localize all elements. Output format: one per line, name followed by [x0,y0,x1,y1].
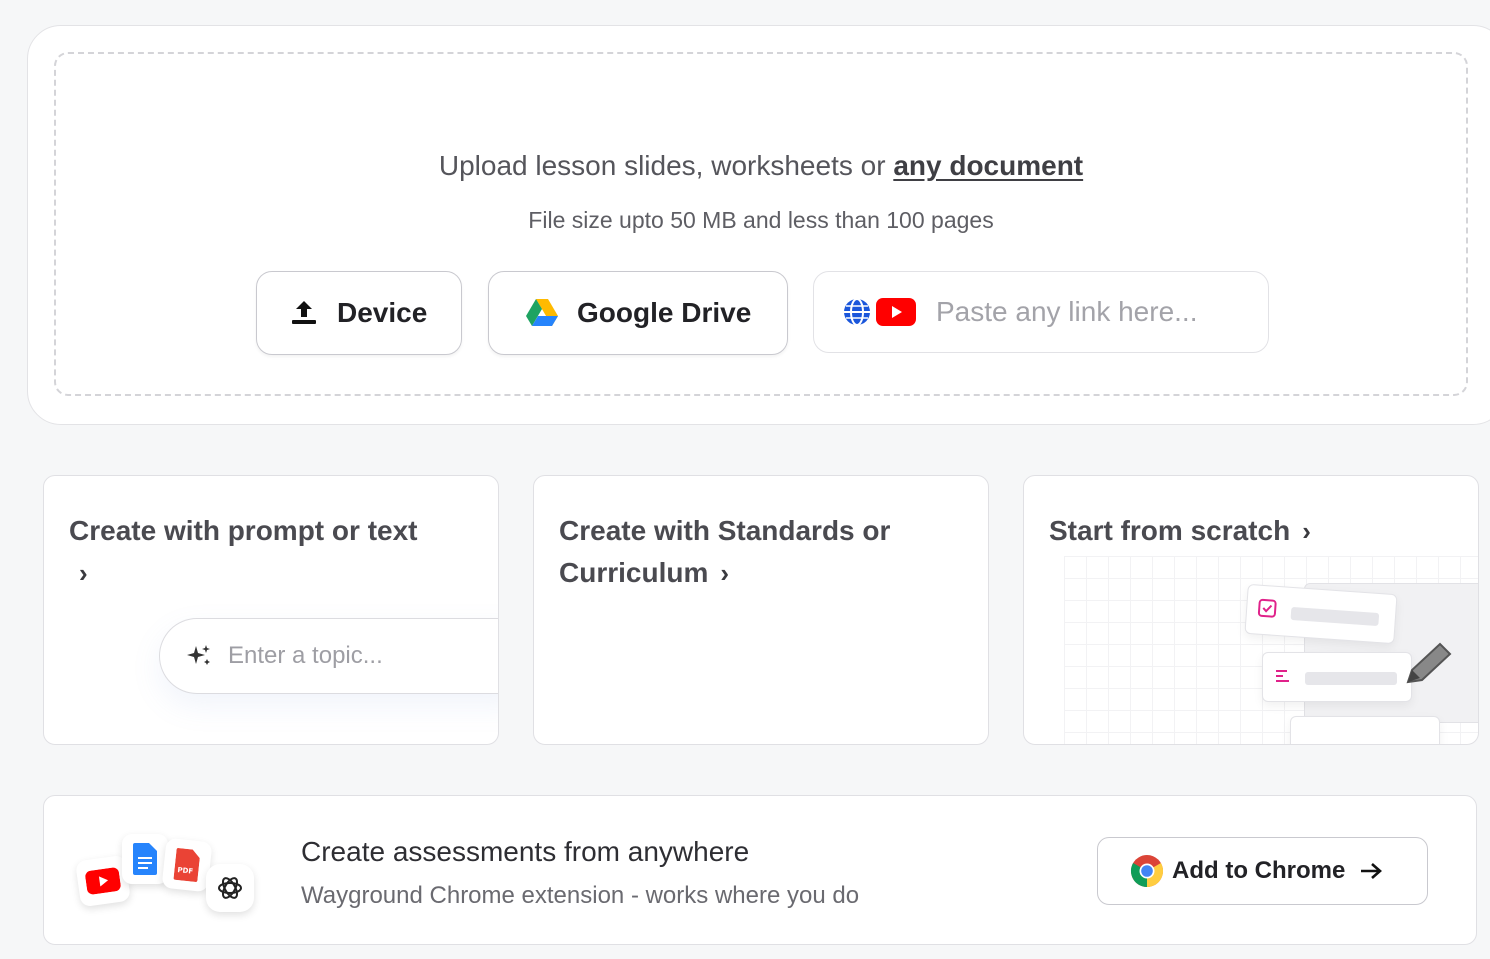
pdf-icon: PDF [161,837,213,893]
google-drive-icon [525,298,559,328]
chatgpt-icon [206,864,254,912]
globe-icon [844,298,870,326]
upload-icon [289,298,319,328]
sparkle-icon [186,643,212,669]
add-to-chrome-button[interactable]: Add to Chrome [1097,837,1428,905]
google-docs-icon [122,834,168,884]
google-drive-label: Google Drive [577,297,752,328]
checkbox-icon [1257,598,1277,618]
chevron-right-icon: › [1302,516,1311,546]
file-dropzone[interactable]: Upload lesson slides, worksheets or any … [54,52,1468,396]
pencil-icon [1406,642,1452,684]
paste-link-input[interactable]: Paste any link here... [813,271,1269,353]
question-card-checkbox [1244,583,1398,645]
create-with-prompt-card[interactable]: Create with prompt or text › Enter a topi… [43,475,499,745]
chrome-icon [1130,854,1164,888]
prompt-card-title: Create with prompt or text › [69,510,469,594]
question-card-text [1262,652,1412,702]
start-from-scratch-card[interactable]: Start from scratch › [1023,475,1479,745]
chrome-extension-banner: PDF Create assessments from anywhere Way… [43,795,1477,945]
youtube-icon [876,298,916,326]
prompt-card-title-text: Create with prompt or text [69,515,418,546]
paste-link-placeholder: Paste any link here... [936,296,1198,327]
question-card-partial [1290,716,1440,744]
upload-card: Upload lesson slides, worksheets or any … [27,25,1490,425]
chrome-promo-title: Create assessments from anywhere [301,836,750,867]
topic-input-placeholder: Enter a topic... [228,642,383,669]
chrome-promo-subtitle: Wayground Chrome extension - works where… [301,882,860,909]
device-upload-button[interactable]: Device [256,271,462,355]
chevron-right-icon: › [720,558,730,588]
create-with-standards-card[interactable]: Create with Standards or Curriculum › [533,475,989,745]
arrow-right-icon [1359,861,1383,881]
standards-card-title: Create with Standards or Curriculum › [559,510,959,594]
scratch-card-title-text: Start from scratch [1049,515,1291,546]
upload-title-text: Upload lesson slides, worksheets or [438,150,894,181]
upload-size-note: File size upto 50 MB and less than 100 p… [528,207,994,233]
scratch-card-title: Start from scratch › [1049,510,1449,552]
text-lines-icon [1276,670,1289,682]
svg-text:PDF: PDF [177,866,194,876]
device-label: Device [337,297,428,328]
any-document-link[interactable]: any document [893,150,1083,181]
topic-input[interactable]: Enter a topic... [159,618,498,694]
upload-title: Upload lesson slides, worksheets or any … [56,150,1466,182]
add-to-chrome-label: Add to Chrome [1172,857,1346,884]
chevron-right-icon: › [79,558,88,588]
google-drive-button[interactable]: Google Drive [488,271,788,355]
globe-youtube-icons [842,297,916,327]
